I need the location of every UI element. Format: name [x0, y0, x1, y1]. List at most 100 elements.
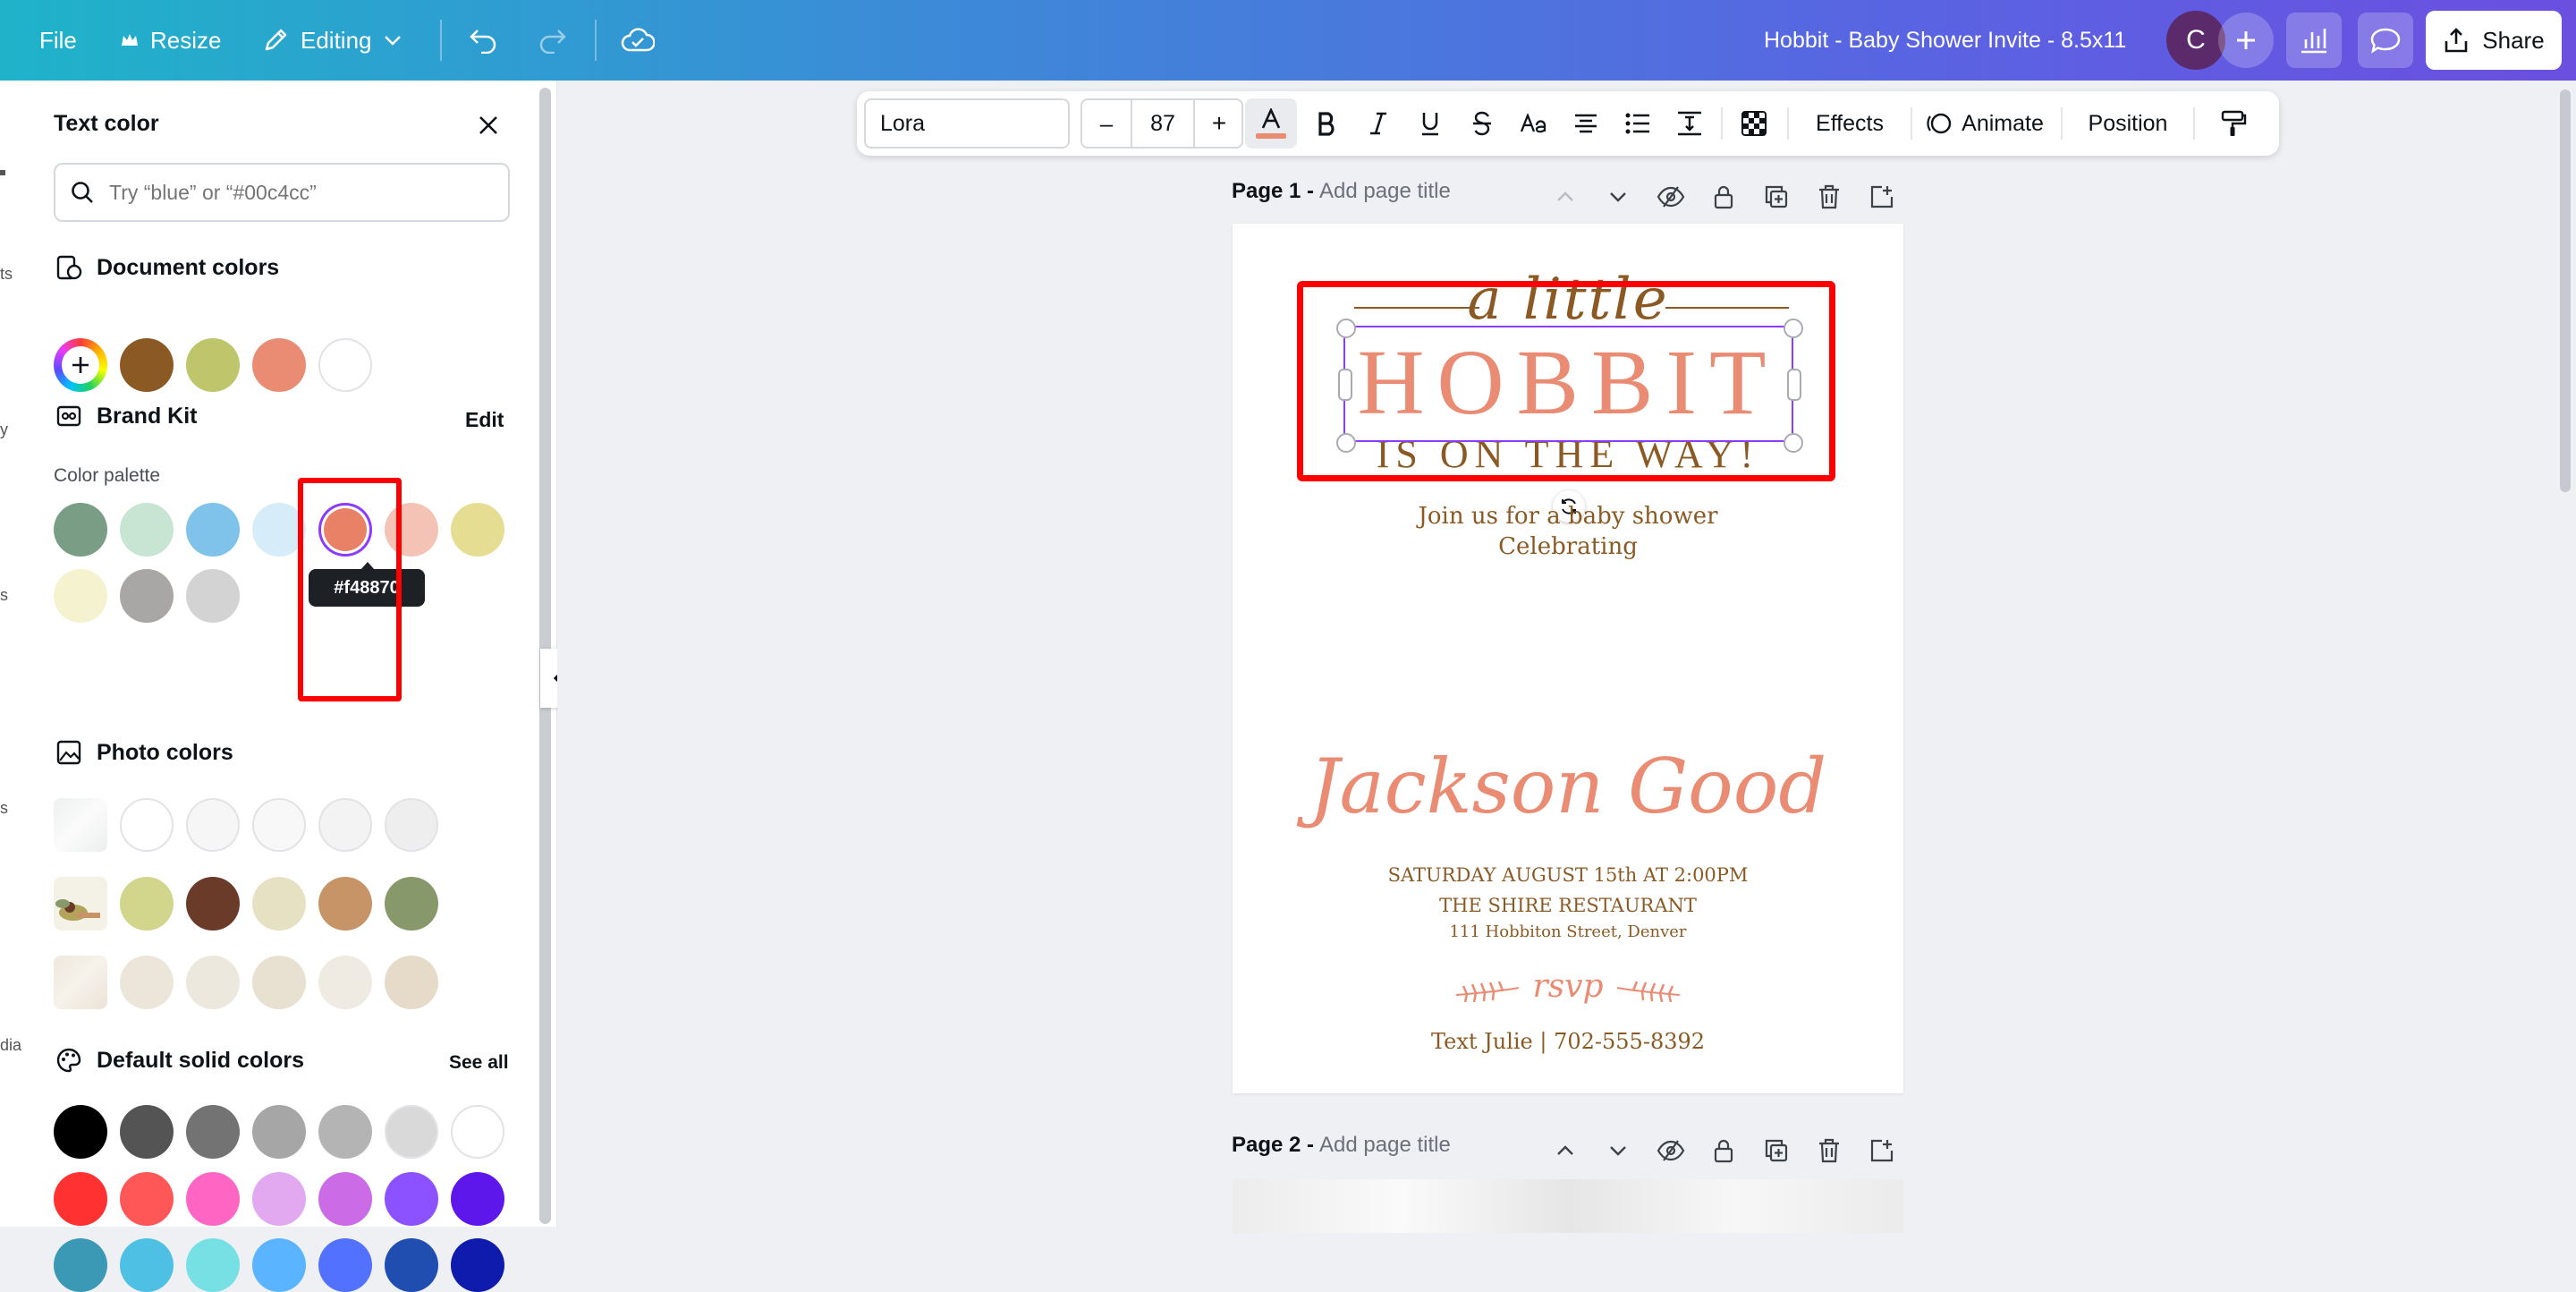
move-page-up-button[interactable]: [1538, 174, 1591, 219]
color-swatch[interactable]: [318, 338, 372, 392]
undo-button[interactable]: [456, 13, 510, 67]
color-swatch[interactable]: [252, 877, 306, 931]
rail-icon-fragment[interactable]: [0, 170, 11, 177]
move-page-up-button[interactable]: [1538, 1128, 1591, 1173]
event-address[interactable]: 111 Hobbiton Street, Denver: [1233, 922, 1903, 941]
resize-button[interactable]: Resize: [120, 0, 221, 81]
delete-page-button[interactable]: [1802, 1128, 1855, 1173]
color-swatch[interactable]: [318, 1105, 372, 1159]
font-size-input[interactable]: 87: [1131, 100, 1195, 147]
spacing-button[interactable]: [1664, 91, 1716, 156]
color-swatch[interactable]: [318, 956, 372, 1009]
color-swatch[interactable]: [451, 503, 504, 557]
decrease-font-size-button[interactable]: –: [1082, 100, 1131, 147]
rail-label-fragment[interactable]: ts: [0, 265, 13, 284]
file-menu-button[interactable]: File: [39, 0, 77, 81]
color-swatch[interactable]: [186, 1172, 240, 1226]
text-align-button[interactable]: [1560, 91, 1612, 156]
honoree-name[interactable]: Jackson Good: [1233, 743, 1903, 830]
color-swatch[interactable]: [186, 338, 240, 392]
see-all-colors-link[interactable]: See all: [449, 1052, 509, 1074]
event-date[interactable]: SATURDAY AUGUST 15th AT 2:00PM: [1233, 864, 1903, 886]
underline-button[interactable]: [1404, 91, 1456, 156]
list-button[interactable]: [1612, 91, 1664, 156]
color-swatch[interactable]: [252, 1238, 306, 1292]
color-swatch[interactable]: [120, 798, 174, 852]
strikethrough-button[interactable]: [1456, 91, 1508, 156]
italic-button[interactable]: [1352, 91, 1404, 156]
color-swatch[interactable]: [120, 338, 174, 392]
move-page-down-button[interactable]: [1591, 1128, 1644, 1173]
join-text[interactable]: Join us for a baby shower: [1233, 503, 1903, 530]
color-swatch[interactable]: [252, 1105, 306, 1159]
color-swatch[interactable]: [186, 503, 240, 557]
rail-label-fragment[interactable]: y: [0, 421, 8, 439]
insights-button[interactable]: [2286, 13, 2342, 68]
color-swatch[interactable]: [186, 569, 240, 623]
save-status-button[interactable]: [611, 13, 665, 67]
color-swatch[interactable]: [54, 1172, 107, 1226]
color-swatch[interactable]: [451, 1105, 504, 1159]
color-swatch[interactable]: [120, 1238, 174, 1292]
page-1-title-input[interactable]: Add page title: [1319, 179, 1451, 204]
lock-page-button[interactable]: [1697, 1128, 1750, 1173]
color-swatch[interactable]: [54, 503, 107, 557]
animate-button[interactable]: Animate: [1918, 91, 2052, 156]
photo-thumbnail[interactable]: [54, 798, 107, 852]
letter-case-button[interactable]: [1508, 91, 1560, 156]
color-swatch[interactable]: [120, 1172, 174, 1226]
color-swatch[interactable]: [54, 569, 107, 623]
color-swatch[interactable]: [252, 338, 306, 392]
color-swatch[interactable]: [186, 956, 240, 1009]
document-title[interactable]: Hobbit - Baby Shower Invite - 8.5x11: [1764, 0, 2126, 81]
avatar[interactable]: C: [2166, 11, 2225, 70]
color-swatch[interactable]: [120, 956, 174, 1009]
text-color-button[interactable]: [1245, 98, 1297, 149]
event-venue[interactable]: THE SHIRE RESTAURANT: [1233, 895, 1903, 916]
color-swatch[interactable]: [120, 1105, 174, 1159]
color-swatch[interactable]: [120, 569, 174, 623]
color-swatch[interactable]: [318, 1238, 372, 1292]
color-search-input[interactable]: [107, 179, 487, 206]
rail-label-fragment[interactable]: s: [0, 586, 8, 605]
contact-text[interactable]: Text Julie | 702-555-8392: [1233, 1029, 1903, 1054]
color-swatch[interactable]: [385, 1238, 438, 1292]
color-swatch[interactable]: [385, 1105, 438, 1159]
editing-mode-button[interactable]: Editing: [261, 0, 402, 81]
color-search-field[interactable]: [54, 163, 510, 222]
invite-collaborator-button[interactable]: [2218, 13, 2274, 68]
increase-font-size-button[interactable]: +: [1195, 100, 1243, 147]
page-2-title-input[interactable]: Add page title: [1319, 1133, 1451, 1158]
delete-page-button[interactable]: [1802, 174, 1855, 219]
color-swatch[interactable]: [385, 798, 438, 852]
close-panel-button[interactable]: [470, 107, 506, 143]
duplicate-page-button[interactable]: [1750, 1128, 1802, 1173]
color-swatch[interactable]: [120, 877, 174, 931]
add-color-button[interactable]: [54, 338, 107, 392]
transparency-button[interactable]: [1728, 91, 1780, 156]
color-swatch[interactable]: [186, 798, 240, 852]
brand-kit-edit-link[interactable]: Edit: [465, 408, 504, 432]
page-1[interactable]: a little HOBBIT IS ON THE WAY! Join us f…: [1233, 224, 1903, 1093]
copy-style-button[interactable]: [2202, 91, 2265, 156]
page-2[interactable]: [1233, 1179, 1903, 1233]
color-swatch[interactable]: [252, 798, 306, 852]
rail-label-fragment[interactable]: s: [0, 799, 8, 818]
color-swatch[interactable]: [318, 1172, 372, 1226]
move-page-down-button[interactable]: [1591, 174, 1644, 219]
photo-thumbnail[interactable]: [54, 956, 107, 1009]
bold-button[interactable]: [1301, 91, 1352, 156]
color-swatch[interactable]: [318, 877, 372, 931]
lock-page-button[interactable]: [1697, 174, 1750, 219]
add-page-button[interactable]: [1855, 1128, 1908, 1173]
color-swatch[interactable]: [186, 877, 240, 931]
color-swatch[interactable]: [252, 1172, 306, 1226]
font-family-dropdown[interactable]: Lora: [864, 98, 1070, 149]
color-swatch[interactable]: [252, 956, 306, 1009]
share-button[interactable]: Share: [2426, 11, 2562, 70]
color-swatch[interactable]: [54, 1105, 107, 1159]
hide-page-button[interactable]: [1644, 1128, 1697, 1173]
color-swatch[interactable]: [318, 798, 372, 852]
canvas-scrollbar-thumb[interactable]: [2560, 89, 2571, 492]
position-button[interactable]: Position: [2070, 91, 2186, 156]
